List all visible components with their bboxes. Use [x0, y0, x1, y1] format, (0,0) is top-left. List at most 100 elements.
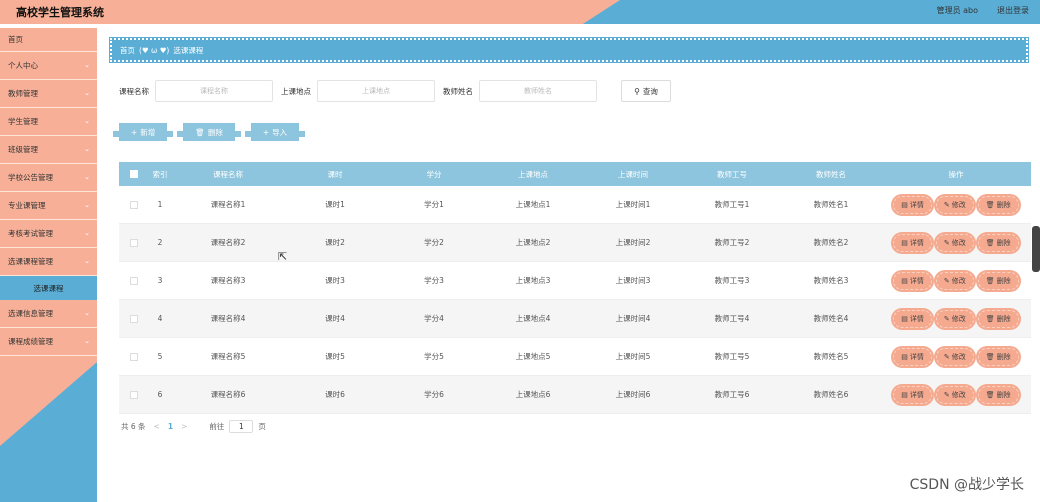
breadcrumb: 首页 (♥ ω ♥) 选课课程 [109, 37, 1029, 63]
edit-button[interactable]: ✎ 修改 [935, 347, 974, 366]
edit-button[interactable]: ✎ 修改 [935, 385, 974, 404]
sidebar-item[interactable]: 学校公告管理 ⌄ [0, 164, 97, 192]
delete-row-button[interactable]: 🗑 删除 [977, 233, 1019, 252]
edit-button[interactable]: ✎ 修改 [935, 233, 974, 252]
detail-button[interactable]: ▤ 详情 [893, 309, 932, 328]
trash-icon: 🗑 [985, 314, 995, 323]
cell-credit: 学分1 [424, 200, 444, 209]
sidebar-item[interactable]: 教师管理 ⌄ [0, 80, 97, 108]
sidebar-item[interactable]: 选课课程管理 ⌄ [0, 248, 97, 276]
cell-teacher-no: 教师工号4 [714, 314, 750, 323]
place-input[interactable]: 上课地点 [317, 80, 435, 102]
detail-button[interactable]: ▤ 详情 [893, 347, 932, 366]
logout-link[interactable]: 退出登录 [997, 5, 1029, 16]
breadcrumb-home[interactable]: 首页 [120, 45, 135, 56]
breadcrumb-separator: (♥ ω ♥) [139, 45, 170, 55]
edit-button-label: 修改 [951, 390, 966, 399]
cell-credit: 学分3 [424, 276, 444, 285]
pager-goto-input[interactable]: 1 [229, 420, 254, 433]
sidebar-decoration [0, 362, 97, 502]
row-actions: ▤ 详情 ✎ 修改 🗑 删除 [881, 347, 1031, 366]
cell-time: 上课时间5 [615, 352, 651, 361]
search-button[interactable]: ⚲ 查询 [621, 80, 671, 102]
cell-time: 上课时间6 [615, 390, 651, 399]
edit-button-label: 修改 [951, 276, 966, 285]
header-credit: 学分 [426, 169, 442, 179]
delete-row-button[interactable]: 🗑 删除 [977, 347, 1019, 366]
header-place: 上课地点 [518, 169, 548, 179]
sidebar-item[interactable]: 考核考试管理 ⌄ [0, 220, 97, 248]
row-checkbox[interactable] [130, 200, 138, 209]
cell-index: 3 [157, 276, 163, 285]
detail-button[interactable]: ▤ 详情 [893, 385, 932, 404]
cell-index: 1 [157, 200, 163, 209]
import-button[interactable]: + 导入 [244, 123, 306, 141]
delete-row-button[interactable]: 🗑 删除 [977, 309, 1019, 328]
sidebar-item-label: 考核考试管理 [8, 229, 53, 238]
cell-hours: 课时4 [325, 314, 345, 323]
delete-row-button-label: 删除 [996, 200, 1011, 209]
edit-button[interactable]: ✎ 修改 [935, 309, 974, 328]
row-checkbox[interactable] [130, 352, 138, 361]
select-all-checkbox[interactable] [130, 170, 138, 178]
header-hours: 课时 [327, 169, 343, 179]
cell-course-name: 课程名称1 [210, 200, 246, 209]
document-icon: ▤ [901, 276, 908, 285]
delete-button[interactable]: 🗑 删除 [177, 123, 241, 141]
search-bar: 课程名称 课程名称 上课地点 上课地点 教师姓名 教师姓名 ⚲ 查询 [119, 80, 671, 102]
edit-button[interactable]: ✎ 修改 [935, 271, 974, 290]
delete-button-label: 删除 [207, 127, 223, 137]
search-button-label: 查询 [642, 86, 658, 96]
row-actions: ▤ 详情 ✎ 修改 🗑 删除 [881, 195, 1031, 214]
cell-place: 上课地点5 [515, 352, 551, 361]
trash-icon: 🗑 [985, 200, 995, 209]
detail-button[interactable]: ▤ 详情 [893, 271, 932, 290]
edit-button[interactable]: ✎ 修改 [935, 195, 974, 214]
table-row: 1 课程名称1 课时1 学分1 上课地点1 上课时间1 教师工号1 教师姓名1 ▤ 详情 ✎ 修改 🗑 删… [119, 186, 1031, 224]
course-name-input[interactable]: 课程名称 [155, 80, 273, 102]
pager-current-page[interactable]: 1 [168, 422, 173, 431]
cell-teacher-no: 教师工号5 [714, 352, 750, 361]
sidebar-item-label: 个人中心 [8, 61, 38, 70]
cell-place: 上课地点3 [515, 276, 551, 285]
sidebar-item[interactable]: 首页 [0, 28, 97, 52]
pager-next-button[interactable]: > [181, 422, 187, 431]
add-button[interactable]: + 新增 [112, 123, 174, 141]
sidebar-item[interactable]: 专业课管理 ⌄ [0, 192, 97, 220]
detail-button[interactable]: ▤ 详情 [893, 195, 932, 214]
table-row: 6 课程名称6 课时6 学分6 上课地点6 上课时间6 教师工号6 教师姓名6 ▤ 详情 ✎ 修改 🗑 删… [119, 376, 1031, 414]
cell-course-name: 课程名称5 [210, 352, 246, 361]
chevron-down-icon: ⌄ [84, 145, 90, 153]
trash-icon: 🗑 [985, 238, 995, 247]
row-checkbox[interactable] [130, 238, 138, 247]
pencil-icon: ✎ [943, 276, 950, 285]
pager-goto-suffix: 页 [258, 422, 266, 431]
sidebar-item[interactable]: 班级管理 ⌄ [0, 136, 97, 164]
edit-button-label: 修改 [951, 200, 966, 209]
chevron-down-icon: ⌄ [84, 309, 90, 317]
sidebar-subitem-course[interactable]: 选课课程 [0, 276, 97, 300]
sidebar-item[interactable]: 学生管理 ⌄ [0, 108, 97, 136]
cell-place: 上课地点4 [515, 314, 551, 323]
sidebar-item[interactable]: 选课信息管理 ⌄ [0, 300, 97, 328]
detail-button-label: 详情 [909, 314, 924, 323]
page-scrollbar[interactable] [1032, 226, 1040, 272]
delete-row-button[interactable]: 🗑 删除 [977, 195, 1019, 214]
row-actions: ▤ 详情 ✎ 修改 🗑 删除 [881, 233, 1031, 252]
chevron-down-icon: ⌄ [84, 337, 90, 345]
pager-prev-button[interactable]: < [154, 422, 160, 431]
teacher-name-input[interactable]: 教师姓名 [479, 80, 597, 102]
sidebar-item[interactable]: 个人中心 ⌄ [0, 52, 97, 80]
row-checkbox[interactable] [130, 276, 138, 285]
header-teacher-no: 教师工号 [717, 169, 747, 179]
cell-teacher-no: 教师工号3 [714, 276, 750, 285]
delete-row-button[interactable]: 🗑 删除 [977, 385, 1019, 404]
mouse-cursor-icon: ⇱ [278, 250, 288, 263]
row-checkbox[interactable] [130, 390, 138, 399]
chevron-down-icon: ⌄ [84, 61, 90, 69]
row-checkbox[interactable] [130, 314, 138, 323]
delete-row-button[interactable]: 🗑 删除 [977, 271, 1019, 290]
sidebar-item[interactable]: 课程成绩管理 ⌄ [0, 328, 97, 356]
cell-place: 上课地点1 [515, 200, 551, 209]
detail-button[interactable]: ▤ 详情 [893, 233, 932, 252]
